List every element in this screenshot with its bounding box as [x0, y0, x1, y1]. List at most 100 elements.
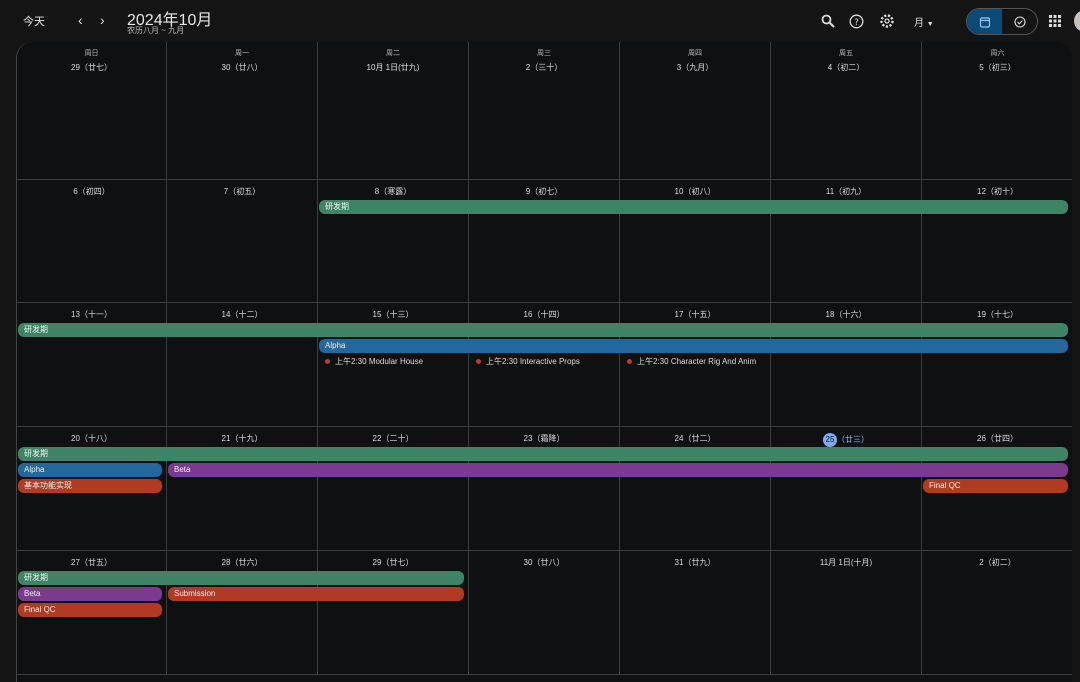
date-label[interactable]: 11月 1日(十月)	[771, 557, 921, 568]
date-label[interactable]: 9（初七）	[469, 186, 619, 197]
today-button[interactable]: 今天	[14, 10, 54, 32]
day-cell[interactable]: 13（十一）	[17, 303, 167, 427]
day-cell[interactable]: 28（廿六）	[167, 551, 318, 675]
view-selector[interactable]: 月 ▼	[914, 14, 934, 29]
event-title: Character Rig And Anim	[670, 357, 757, 366]
help-icon[interactable]: ?	[847, 12, 865, 30]
date-label[interactable]: 19（十七）	[922, 309, 1072, 320]
event-bar[interactable]: Beta	[168, 463, 1068, 477]
day-cell[interactable]: 24（廿二）	[620, 427, 771, 551]
date-label[interactable]: 13（十一）	[17, 309, 166, 320]
day-cell[interactable]: 7（初五）	[167, 180, 318, 303]
event-bar[interactable]: 基本功能实现	[18, 479, 162, 493]
day-cell[interactable]: 23（霜降）	[469, 427, 620, 551]
day-cell[interactable]: 周日 29（廿七）	[17, 42, 167, 180]
day-cell[interactable]: 2（初二）	[922, 551, 1072, 675]
day-cell[interactable]: 31（廿九）	[620, 551, 771, 675]
day-cell[interactable]: 9（初七）	[469, 180, 620, 303]
day-cell[interactable]: 周二 10月 1日(廿九)	[318, 42, 469, 180]
day-cell[interactable]: 22（二十）	[318, 427, 469, 551]
date-label[interactable]: 5（初三）	[922, 62, 1072, 73]
event-bar[interactable]: Alpha	[18, 463, 162, 477]
date-label[interactable]: 11（初九）	[771, 186, 921, 197]
date-label[interactable]: 18（十六）	[771, 309, 921, 320]
timed-event[interactable]: 上午2:30 Modular House	[319, 355, 468, 369]
date-label[interactable]: 4（初二）	[771, 62, 921, 73]
date-label[interactable]: 31（廿九）	[620, 557, 770, 568]
date-label[interactable]: 7（初五）	[167, 186, 317, 197]
day-cell[interactable]: 10（初八）	[620, 180, 771, 303]
search-icon[interactable]	[819, 12, 837, 30]
date-label[interactable]: 2（初二）	[922, 557, 1072, 568]
date-label[interactable]: 17（十五）	[620, 309, 770, 320]
date-label[interactable]: 27（廿五）	[17, 557, 166, 568]
day-cell[interactable]: 周五 4（初二）	[771, 42, 922, 180]
timed-event[interactable]: 上午2:30 Interactive Props	[470, 355, 619, 369]
event-bar[interactable]: 研发期	[319, 200, 1068, 214]
date-label[interactable]: 6（初四）	[17, 186, 166, 197]
date-label[interactable]: 8（寒露）	[318, 186, 468, 197]
day-cell[interactable]: 周六 5（初三）	[922, 42, 1072, 180]
day-cell[interactable]: 11（初九）	[771, 180, 922, 303]
day-cell[interactable]: 8（寒露）	[318, 180, 469, 303]
event-bar[interactable]: 研发期	[18, 447, 1068, 461]
date-label[interactable]: 30（廿八）	[167, 62, 317, 73]
day-cell[interactable]: 18（十六）	[771, 303, 922, 427]
date-label[interactable]: 23（霜降）	[469, 433, 619, 444]
event-bar[interactable]: Submission	[168, 587, 464, 601]
date-label[interactable]: 20（十八）	[17, 433, 166, 444]
weekday-label: 周一	[235, 50, 249, 57]
event-dot-icon	[627, 359, 632, 365]
date-label[interactable]: 3（九月）	[620, 62, 770, 73]
day-cell[interactable]: 6（初四）	[17, 180, 167, 303]
weekday-label: 周三	[537, 50, 551, 57]
date-label[interactable]: 30（廿八）	[469, 557, 619, 568]
event-bar[interactable]: Alpha	[319, 339, 1068, 353]
date-label[interactable]: 14（十二）	[167, 309, 317, 320]
day-cell[interactable]: 周三 2（三十）	[469, 42, 620, 180]
event-bar[interactable]: Final QC	[923, 479, 1068, 493]
today-lunar: （廿三）	[837, 435, 869, 444]
event-bar[interactable]: Final QC	[18, 603, 162, 617]
timed-event[interactable]: 上午2:30 Character Rig And Anim	[621, 355, 770, 369]
date-label[interactable]: 24（廿二）	[620, 433, 770, 444]
event-bar[interactable]: 研发期	[18, 571, 464, 585]
date-label[interactable]: 29（廿七）	[17, 62, 166, 73]
event-title: Interactive Props	[519, 357, 580, 366]
event-bar[interactable]: Beta	[18, 587, 162, 601]
date-label[interactable]: 10月 1日(廿九)	[318, 62, 468, 73]
day-cell[interactable]: 周一 30（廿八）	[167, 42, 318, 180]
view-label: 月	[914, 18, 924, 29]
date-label[interactable]: 28（廿六）	[167, 557, 317, 568]
settings-icon[interactable]	[878, 12, 896, 30]
day-cell[interactable]: 14（十二）	[167, 303, 318, 427]
day-cell[interactable]: 25 （廿三）	[771, 427, 922, 551]
avatar[interactable]	[1074, 10, 1080, 32]
today-date[interactable]: 25	[823, 433, 837, 447]
weekday-label: 周四	[688, 50, 702, 57]
next-month-button[interactable]: ›	[100, 12, 105, 28]
date-label[interactable]: 25 （廿三）	[771, 433, 921, 447]
calendar-icon[interactable]	[967, 9, 1002, 34]
day-cell[interactable]: 30（廿八）	[469, 551, 620, 675]
day-cell[interactable]: 19（十七）	[922, 303, 1072, 427]
date-label[interactable]: 26（廿四）	[922, 433, 1072, 444]
day-cell[interactable]: 21（十九）	[167, 427, 318, 551]
date-label[interactable]: 15（十三）	[318, 309, 468, 320]
date-label[interactable]: 10（初八）	[620, 186, 770, 197]
date-label[interactable]: 29（廿七）	[318, 557, 468, 568]
tasks-icon[interactable]	[1002, 9, 1037, 34]
date-label[interactable]: 2（三十）	[469, 62, 619, 73]
event-bar[interactable]: 研发期	[18, 323, 1068, 337]
day-cell[interactable]: 12（初十）	[922, 180, 1072, 303]
day-cell[interactable]: 11月 1日(十月)	[771, 551, 922, 675]
date-label[interactable]: 21（十九）	[167, 433, 317, 444]
prev-month-button[interactable]: ‹	[78, 12, 83, 28]
weekday-label: 周六	[990, 50, 1005, 57]
day-cell[interactable]: 29（廿七）	[318, 551, 469, 675]
date-label[interactable]: 12（初十）	[922, 186, 1072, 197]
date-label[interactable]: 22（二十）	[318, 433, 468, 444]
date-label[interactable]: 16（十四）	[469, 309, 619, 320]
apps-icon[interactable]	[1046, 12, 1064, 30]
day-cell[interactable]: 周四 3（九月）	[620, 42, 771, 180]
